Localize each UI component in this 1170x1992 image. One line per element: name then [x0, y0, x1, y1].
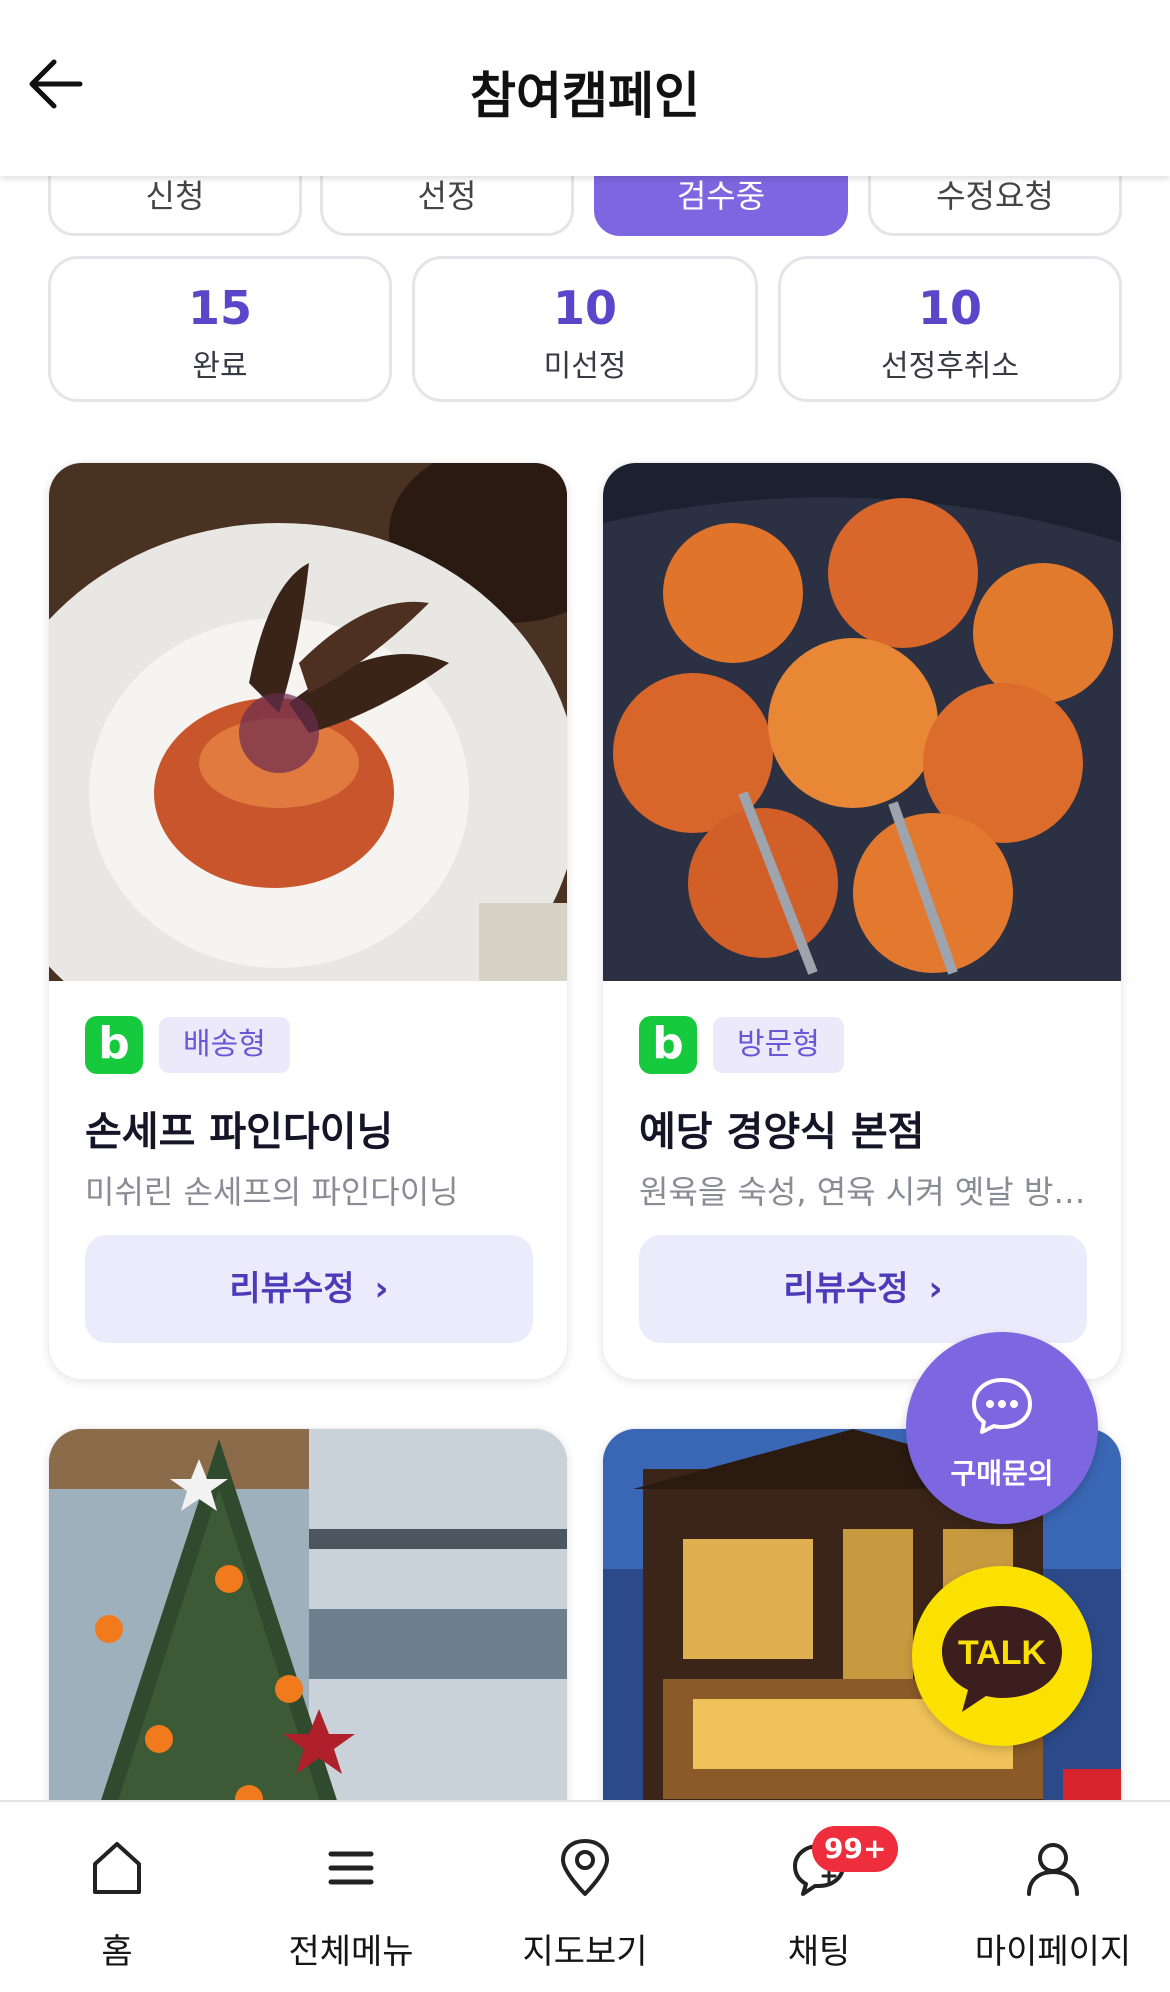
nav-label: 홈: [101, 1932, 133, 1972]
blog-icon: b: [639, 1016, 697, 1074]
edit-review-label: 리뷰수정: [783, 1269, 909, 1309]
home-icon: [93, 1842, 141, 1894]
campaign-card[interactable]: b 배송형 손세프 파인다이닝 미쉬린 손세프의 파인다이닝 리뷰수정 ›: [48, 462, 568, 1380]
nav-label: 마이페이지: [974, 1932, 1132, 1972]
chat-bubble-icon: [972, 1378, 1032, 1434]
campaign-badges: b 배송형: [85, 1016, 290, 1074]
purchase-inquiry-button[interactable]: 구매문의: [906, 1332, 1098, 1524]
campaign-card[interactable]: b 방문형 예당 경양식 본점 원육을 숙성, 연육 시켜 옛날 방식으로 만든…: [602, 462, 1122, 1380]
user-icon: [1027, 1843, 1079, 1896]
campaign-title: 예당 경양식 본점: [639, 1109, 925, 1155]
count-value: 10: [552, 281, 617, 335]
edit-review-button[interactable]: 리뷰수정 ›: [639, 1235, 1087, 1343]
bottom-navigation: 홈 전체메뉴 지도보기 99+ 채팅 마이페이지: [0, 1800, 1170, 1992]
campaign-image: [49, 463, 567, 981]
campaign-badges: b 방문형: [639, 1016, 844, 1074]
nav-map[interactable]: 지도보기: [468, 1802, 702, 1992]
campaign-type-badge: 방문형: [713, 1017, 844, 1073]
campaign-description: 원육을 숙성, 연육 시켜 옛날 방식으로 만든 경양식: [639, 1173, 1087, 1211]
count-value: 15: [187, 281, 252, 335]
campaign-image: [49, 1429, 567, 1847]
chat-count-badge: 99+: [812, 1826, 899, 1872]
nav-home[interactable]: 홈: [0, 1802, 234, 1992]
kakao-talk-button[interactable]: TALK: [912, 1566, 1092, 1746]
nav-label: 전체메뉴: [288, 1932, 414, 1972]
map-pin-icon: [561, 1839, 609, 1896]
talk-label: TALK: [958, 1634, 1047, 1672]
count-label: 선정후취소: [881, 349, 1019, 384]
nav-my-page[interactable]: 마이페이지: [936, 1802, 1170, 1992]
nav-label: 지도보기: [522, 1932, 648, 1972]
count-label: 미선정: [543, 349, 627, 384]
count-label: 완료: [192, 349, 248, 384]
page-title: 참여캠페인: [470, 67, 700, 125]
app-header: 참여캠페인: [0, 0, 1170, 176]
edit-review-button[interactable]: 리뷰수정 ›: [85, 1235, 533, 1343]
blog-icon: b: [85, 1016, 143, 1074]
chevron-right-icon: ›: [374, 1269, 389, 1309]
count-completed[interactable]: 15 완료: [48, 256, 392, 402]
nav-chat[interactable]: 99+ 채팅: [702, 1802, 936, 1992]
kakao-talk-icon: TALK: [942, 1606, 1062, 1712]
campaign-image: [603, 463, 1121, 981]
nav-label: 채팅: [787, 1932, 851, 1972]
edit-review-label: 리뷰수정: [229, 1269, 355, 1309]
count-not-selected[interactable]: 10 미선정: [412, 256, 758, 402]
menu-icon: [328, 1851, 374, 1885]
count-value: 10: [917, 281, 982, 335]
purchase-inquiry-label: 구매문의: [950, 1457, 1054, 1490]
nav-all-menu[interactable]: 전체메뉴: [234, 1802, 468, 1992]
chevron-right-icon: ›: [928, 1269, 943, 1309]
campaign-title: 손세프 파인다이닝: [85, 1109, 394, 1155]
campaign-description: 미쉬린 손세프의 파인다이닝: [85, 1173, 459, 1211]
campaign-type-badge: 배송형: [159, 1017, 290, 1073]
count-cancelled-after-selection[interactable]: 10 선정후취소: [778, 256, 1122, 402]
campaign-card[interactable]: [48, 1428, 568, 1848]
